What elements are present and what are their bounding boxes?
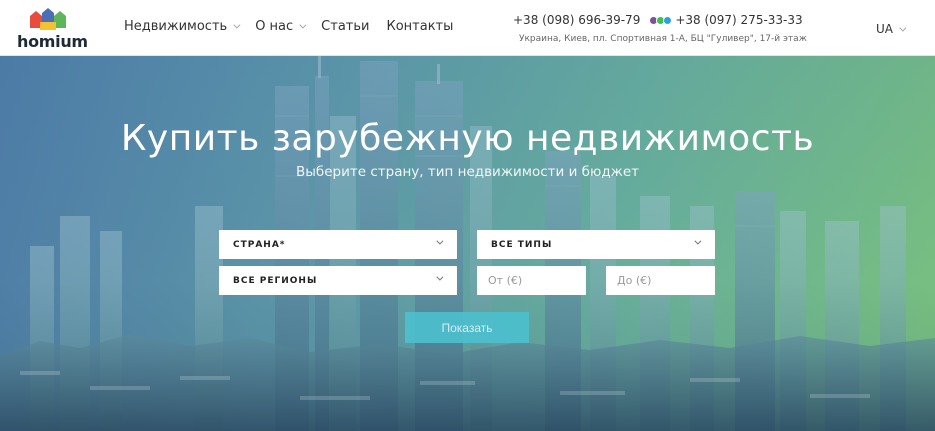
show-results-button[interactable]: Показать <box>405 312 529 343</box>
nav-item-realty[interactable]: Недвижимость <box>124 19 241 34</box>
chevron-down-icon <box>899 24 907 32</box>
phone-link-1[interactable]: +38 (098) 696-39-79 <box>513 13 640 27</box>
telegram-icon[interactable] <box>663 15 673 25</box>
nav-item-about[interactable]: О нас <box>255 19 307 34</box>
nav-item-label: О нас <box>255 19 294 34</box>
main-nav: Недвижимость О нас Статьи Контакты <box>124 19 470 34</box>
site-header: homium Недвижимость О нас Статьи Контакт… <box>0 0 935 56</box>
phone-link-2[interactable]: +38 (097) 275-33-33 <box>675 13 802 27</box>
nav-item-label: Статьи <box>321 19 370 34</box>
chevron-down-icon <box>436 237 444 245</box>
logo[interactable]: homium <box>17 8 88 51</box>
phones-row: +38 (098) 696-39-79 +38 (097) 275-33-33 <box>508 13 803 27</box>
chevron-down-icon <box>436 273 444 281</box>
language-switcher[interactable]: UA <box>876 22 907 36</box>
property-type-select-label: ВСЕ ТИПЫ <box>491 239 553 250</box>
office-address: Украина, Киев, пл. Спортивная 1-А, БЦ "Г… <box>519 34 807 44</box>
chevron-down-icon <box>694 237 702 245</box>
hero-color-overlay <box>0 56 935 431</box>
header-contacts: +38 (098) 696-39-79 +38 (097) 275-33-33 … <box>508 13 807 44</box>
chevron-down-icon <box>233 21 241 29</box>
hero-subtitle: Выберите страну, тип недвижимости и бюдж… <box>296 164 639 180</box>
nav-item-contacts[interactable]: Контакты <box>386 19 453 34</box>
price-to-input[interactable] <box>606 266 715 295</box>
country-select[interactable]: СТРАНА* <box>219 230 457 259</box>
hero-section: Купить зарубежную недвижимость Выберите … <box>0 56 935 431</box>
nav-item-articles[interactable]: Статьи <box>321 19 369 34</box>
language-label: UA <box>876 22 893 36</box>
nav-item-label: Контакты <box>386 19 454 34</box>
messengers-group <box>649 15 673 25</box>
logo-houses-icon <box>30 8 66 30</box>
price-from-input[interactable] <box>477 266 586 295</box>
nav-item-label: Недвижимость <box>124 19 228 34</box>
chevron-down-icon <box>299 21 307 29</box>
hero-title: Купить зарубежную недвижимость <box>120 118 815 159</box>
logo-wordmark: homium <box>17 32 88 51</box>
region-select[interactable]: ВСЕ РЕГИОНЫ <box>219 266 457 295</box>
property-type-select[interactable]: ВСЕ ТИПЫ <box>477 230 715 259</box>
region-select-label: ВСЕ РЕГИОНЫ <box>233 275 318 286</box>
country-select-label: СТРАНА* <box>233 239 286 250</box>
